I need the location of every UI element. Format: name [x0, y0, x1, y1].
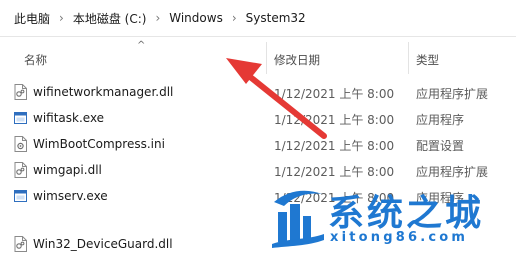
file-name: wimserv.exe: [33, 189, 108, 203]
dll-file-icon: [14, 84, 27, 100]
file-date: 1/12/2021 上午 8:00: [274, 87, 395, 101]
sort-ascending-icon: ^: [137, 40, 146, 51]
dll-file-icon: [14, 162, 27, 178]
column-header-date[interactable]: 修改日期: [274, 52, 320, 68]
file-name: Win32_DeviceGuard.dll: [33, 237, 173, 251]
column-header-type[interactable]: 类型: [416, 52, 439, 68]
file-row[interactable]: wifinetworkmanager.dll 1/12/2021 上午 8:00…: [0, 80, 516, 106]
exe-file-icon: [14, 112, 27, 124]
file-date: 1/12/2021 上午 8:00: [274, 165, 395, 179]
file-date: 1/12/2021 上午 8:00: [274, 139, 395, 153]
breadcrumb-item-system32[interactable]: System32: [238, 9, 314, 27]
exe-file-icon: [14, 190, 27, 202]
file-type: 应用程序: [416, 113, 465, 127]
file-type: 配置设置: [416, 139, 465, 153]
file-row[interactable]: wifitask.exe 1/12/2021 上午 8:00 应用程序: [0, 106, 516, 132]
file-name: wifinetworkmanager.dll: [33, 85, 174, 99]
file-name: WimBootCompress.ini: [33, 137, 165, 151]
file-row[interactable]: wimgapi.dll 1/12/2021 上午 8:00 应用程序扩展: [0, 158, 516, 184]
column-divider[interactable]: [266, 42, 267, 74]
ini-file-icon: [14, 136, 27, 152]
breadcrumb-chevron-icon[interactable]: ›: [231, 11, 238, 25]
column-header-name[interactable]: 名称: [24, 52, 47, 68]
file-type: 应用程序扩展: [416, 165, 489, 179]
breadcrumb-item-windows[interactable]: Windows: [161, 9, 231, 27]
breadcrumb-item-this-pc[interactable]: 此电脑: [6, 8, 58, 29]
column-header-bar: ^ 名称 修改日期 类型: [0, 40, 516, 80]
breadcrumb-chevron-icon[interactable]: ›: [58, 11, 65, 25]
breadcrumb-item-local-disk[interactable]: 本地磁盘 (C:): [65, 8, 155, 29]
city-logo-icon: [272, 190, 324, 248]
breadcrumb: 此电脑 › 本地磁盘 (C:) › Windows › System32: [0, 0, 516, 37]
file-date: 1/12/2021 上午 8:00: [274, 113, 395, 127]
watermark: 系统之城 xitong86.com: [268, 182, 516, 253]
watermark-title: 系统之城: [328, 192, 485, 234]
file-name: wimgapi.dll: [33, 163, 102, 177]
breadcrumb-chevron-icon[interactable]: ›: [154, 11, 161, 25]
file-type: 应用程序扩展: [416, 87, 489, 101]
column-divider[interactable]: [408, 42, 409, 74]
dll-file-icon: [14, 236, 27, 252]
file-name: wifitask.exe: [33, 111, 105, 125]
watermark-url: xitong86.com: [330, 230, 469, 245]
file-row[interactable]: WimBootCompress.ini 1/12/2021 上午 8:00 配置…: [0, 132, 516, 158]
